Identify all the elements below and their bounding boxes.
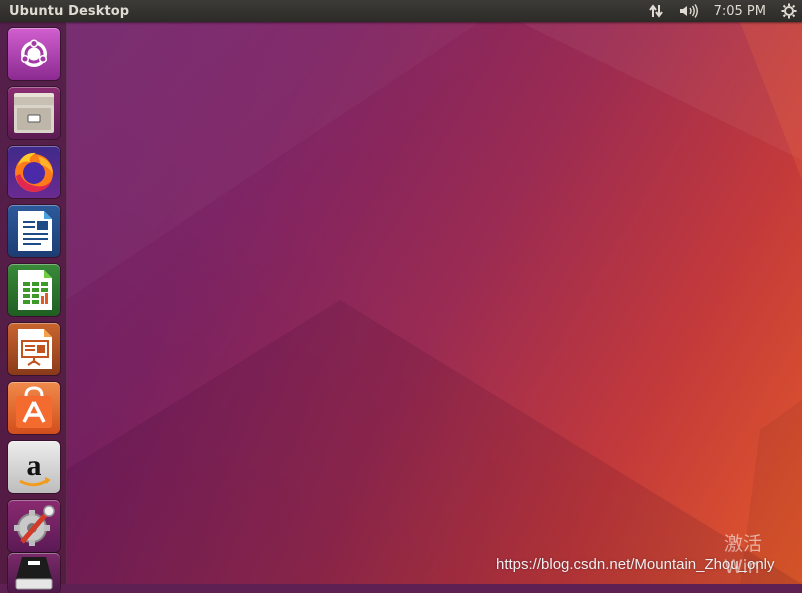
settings-gear-icon[interactable]	[776, 0, 802, 22]
impress-presentation-icon	[18, 329, 52, 369]
file-cabinet-icon	[14, 93, 54, 133]
indicator-area: 7:05 PM	[644, 0, 802, 22]
launcher-item-dash[interactable]	[8, 28, 60, 80]
calc-spreadsheet-icon	[18, 270, 52, 310]
launcher-item-software[interactable]	[8, 382, 60, 434]
launcher-item-calc[interactable]	[8, 264, 60, 316]
network-icon[interactable]	[644, 0, 668, 22]
launcher-item-writer[interactable]	[8, 205, 60, 257]
desktop-wallpaper	[0, 0, 802, 584]
launcher-item-amazon[interactable]: a	[8, 441, 60, 493]
source-url-watermark: https://blog.csdn.net/Mountain_Zhou_only	[496, 556, 775, 573]
ubuntu-logo-icon	[20, 39, 48, 67]
launcher-item-impress[interactable]	[8, 323, 60, 375]
writer-document-icon	[18, 211, 52, 251]
drive-icon	[15, 557, 53, 590]
launcher: a	[0, 22, 67, 593]
launcher-item-system-settings[interactable]	[8, 500, 60, 552]
amazon-icon: a	[19, 449, 51, 487]
volume-icon[interactable]	[674, 0, 704, 22]
firefox-icon	[15, 152, 53, 192]
software-bag-icon	[16, 386, 52, 428]
launcher-item-drive[interactable]	[8, 553, 60, 593]
svg-text:a: a	[27, 449, 42, 482]
launcher-item-firefox[interactable]	[8, 146, 60, 198]
settings-tools-icon	[14, 505, 55, 546]
clock-label[interactable]: 7:05 PM	[714, 4, 766, 19]
top-panel: Ubuntu Desktop 7:05 PM	[0, 0, 802, 22]
window-title: Ubuntu Desktop	[9, 3, 130, 19]
launcher-item-files[interactable]	[8, 87, 60, 139]
wallpaper-facets	[66, 22, 802, 584]
